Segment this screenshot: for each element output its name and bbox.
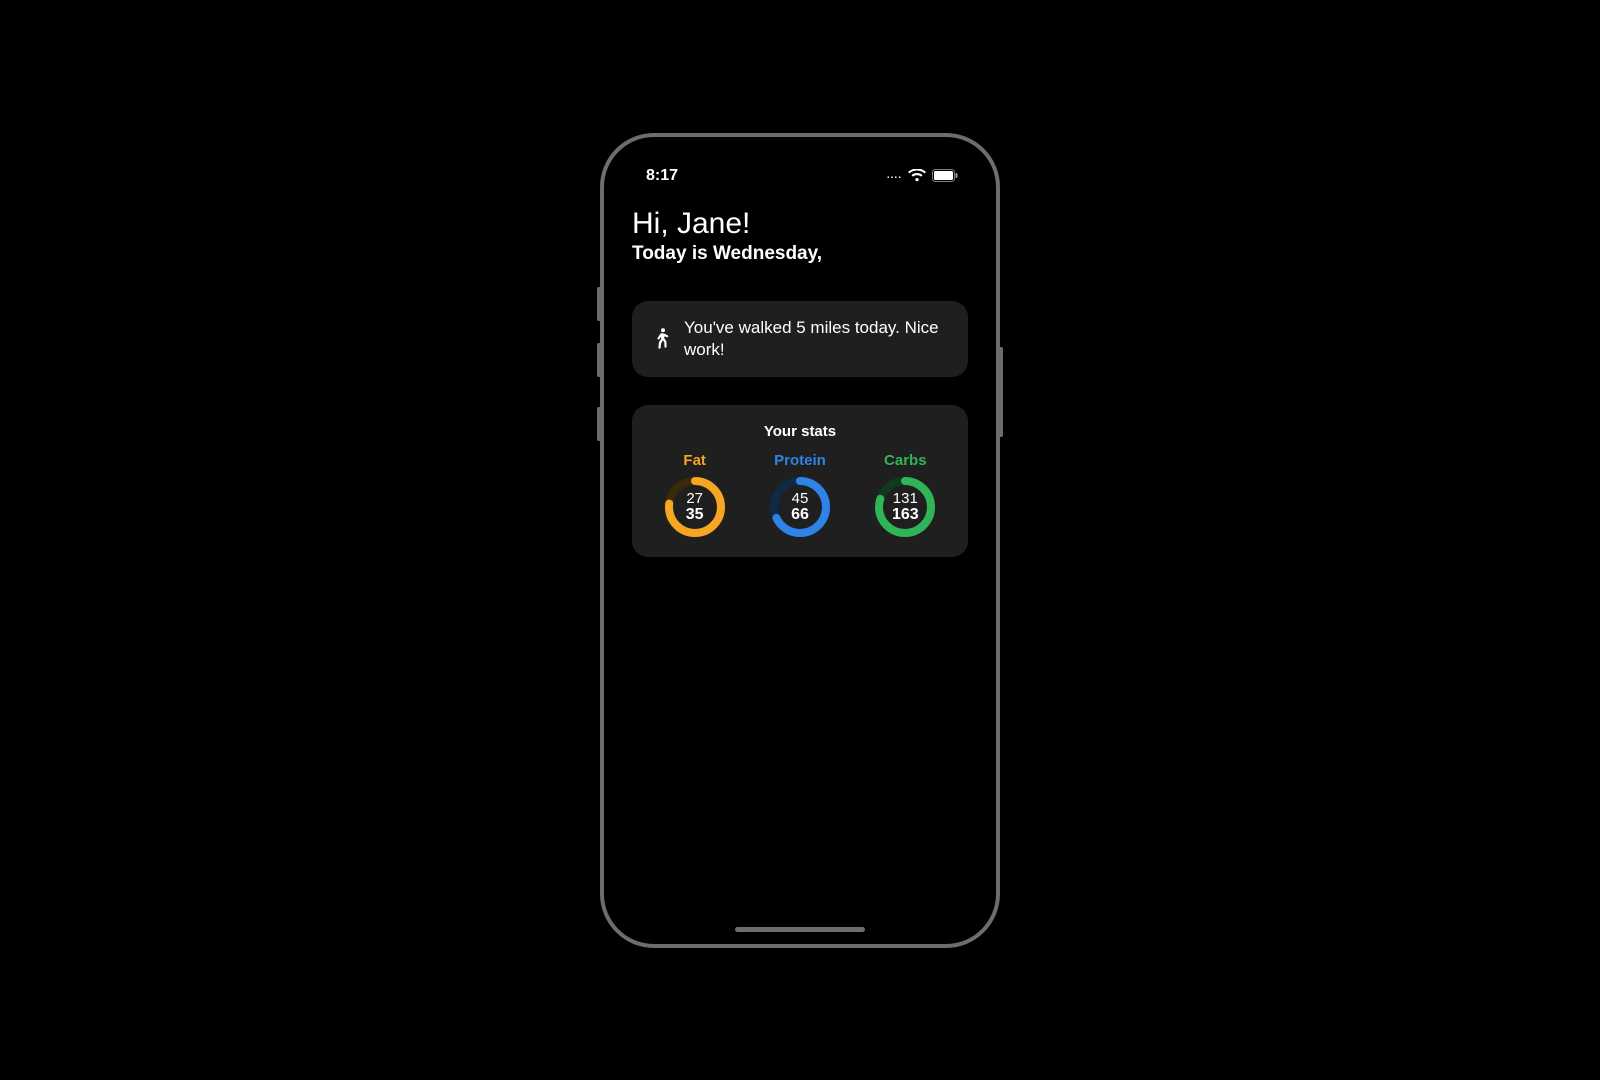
stat-item[interactable]: Protein 4566 (748, 452, 852, 539)
walking-icon (650, 328, 672, 350)
stat-target: 66 (791, 507, 809, 524)
stat-label: Fat (683, 452, 706, 469)
wifi-icon (908, 169, 926, 182)
stat-target: 35 (686, 507, 704, 524)
stat-ring: 2735 (663, 475, 727, 539)
stat-label: Carbs (884, 452, 927, 469)
today-text: Today is Wednesday, (632, 243, 968, 265)
activity-notification-card[interactable]: You've walked 5 miles today. Nice work! (632, 301, 968, 377)
stat-current: 131 (893, 491, 918, 507)
home-indicator[interactable] (735, 927, 865, 932)
stat-current: 27 (686, 491, 703, 507)
stat-target: 163 (892, 507, 919, 524)
status-time: 8:17 (646, 167, 678, 185)
phone-device-frame: 8:17 .... Hi, Jane! Tod (600, 133, 1000, 948)
status-indicators: .... (887, 169, 958, 182)
stat-item[interactable]: Carbs 131163 (853, 452, 957, 539)
status-bar: 8:17 .... (616, 149, 984, 189)
cellular-signal-icon: .... (887, 170, 902, 181)
stat-item[interactable]: Fat 2735 (643, 452, 747, 539)
stats-card[interactable]: Your stats Fat 2735 Protein 4566 Carbs 131163 (632, 405, 968, 557)
stats-title: Your stats (642, 423, 958, 440)
stat-label: Protein (774, 452, 826, 469)
stat-current: 45 (792, 491, 809, 507)
battery-icon (932, 169, 958, 182)
stats-row: Fat 2735 Protein 4566 Carbs 131163 (642, 452, 958, 539)
stat-ring: 4566 (768, 475, 832, 539)
phone-screen: 8:17 .... Hi, Jane! Tod (616, 149, 984, 932)
stat-ring: 131163 (873, 475, 937, 539)
activity-notification-text: You've walked 5 miles today. Nice work! (684, 317, 950, 361)
greeting-text: Hi, Jane! (632, 207, 968, 242)
home-content: Hi, Jane! Today is Wednesday, You've wal… (616, 189, 984, 558)
